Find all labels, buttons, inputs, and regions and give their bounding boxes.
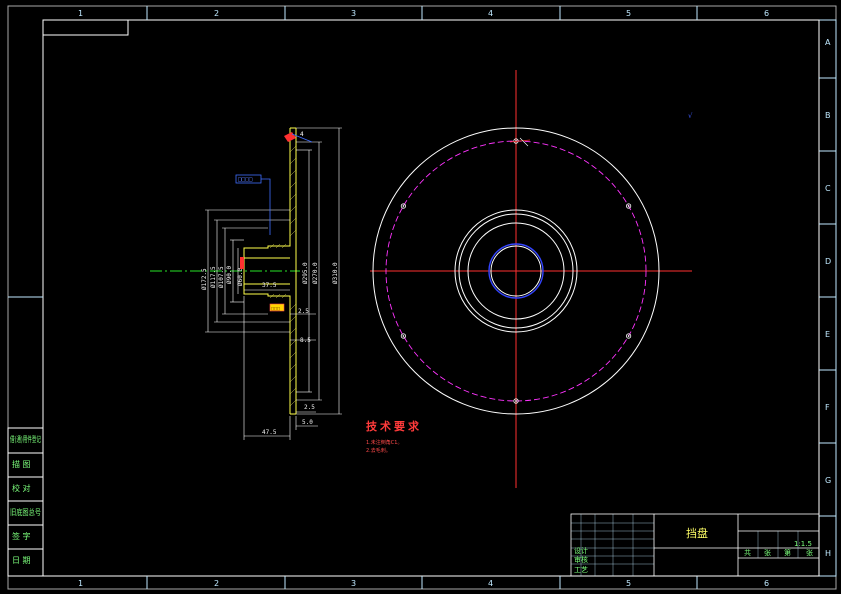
dim-length-label: 47.5 <box>262 429 277 436</box>
red-mark <box>240 257 244 269</box>
dim-length-label: 2.5 <box>304 404 315 411</box>
bottom-zone-labels: 1 2 3 4 5 6 <box>78 579 769 588</box>
title-block: 挡盘 1:1.5 设计 审核 工艺 共 张 第 张 <box>570 513 820 577</box>
side-stamp-table: 借(通)用件登记 描 图 校 对 旧底图总号 签 字 日 期 <box>7 427 44 577</box>
dim-length-label: 8.5 <box>300 337 311 344</box>
dim-diameter-label: Ø60.0 <box>237 268 244 286</box>
zone-label: C <box>825 184 831 193</box>
zone-label: G <box>825 476 831 485</box>
zone-label: 4 <box>488 9 493 18</box>
dim-diameter-label: Ø172.5 <box>201 268 208 290</box>
top-detail-marks: 4 <box>284 131 313 143</box>
outer-frame <box>7 5 837 590</box>
zone-label: 2 <box>214 579 219 588</box>
zone-label: H <box>825 549 831 558</box>
dim-length-label: 2.5 <box>298 308 309 315</box>
top-hole-marker <box>509 137 531 147</box>
part-name: 挡盘 <box>686 526 708 540</box>
zone-label: 2 <box>214 9 219 18</box>
zone-dividers <box>8 6 836 589</box>
zone-strip-frame <box>42 19 837 577</box>
title-block-label: 工艺 <box>574 566 588 574</box>
zone-label: A <box>825 38 831 47</box>
front-view-note: √ <box>688 112 693 120</box>
zone-label: D <box>825 257 831 266</box>
dim-diameter-label: Ø107.5 <box>218 266 225 288</box>
bolt-hole-center <box>627 205 630 207</box>
drawing-frame <box>7 5 837 590</box>
bolt-hole-center <box>402 205 405 207</box>
zone-label: 5 <box>626 9 631 18</box>
requirement-line: 2.去毛刺。 <box>366 447 391 454</box>
scale-value: 1:1.5 <box>794 540 812 548</box>
right-zone-labels: A B C D E F G H <box>825 38 831 558</box>
zone-label: 3 <box>351 9 356 18</box>
side-row-label: 校 对 <box>12 483 31 493</box>
cad-drawing-canvas: 1 2 3 4 5 6 1 2 3 4 5 6 A B C D E F G H … <box>7 5 837 590</box>
zone-label: 6 <box>764 579 769 588</box>
title-block-label: 张 <box>764 548 771 557</box>
top-zone-labels: 1 2 3 4 5 6 <box>78 9 769 18</box>
annotation-box-text: □□□ <box>271 306 280 312</box>
dim-diameter-label: Ø310.0 <box>332 262 339 284</box>
side-row-label: 签 字 <box>12 531 31 541</box>
dim-length-label: 37.5 <box>262 282 277 289</box>
dim-diameter-label: Ø90.0 <box>226 266 233 284</box>
dim-length-label: 5.0 <box>302 419 313 426</box>
dim-diameter-label: Ø117.5 <box>210 266 217 288</box>
bolt-hole-center <box>402 335 405 337</box>
zone-label: 6 <box>764 9 769 18</box>
title-block-label: 共 <box>744 548 751 557</box>
annotation-box-text: □□□□ <box>238 176 253 183</box>
zone-label: 1 <box>78 9 83 18</box>
top-mark-label: 4 <box>300 131 304 138</box>
title-block-label: 张 <box>806 548 813 557</box>
title-block-label: 第 <box>784 548 791 557</box>
zone-label: F <box>825 403 830 412</box>
corner-box <box>42 19 129 36</box>
dim-diameter-label: Ø270.0 <box>312 262 319 284</box>
leader-line <box>261 178 271 235</box>
side-row-label: 描 图 <box>12 459 31 469</box>
inner-frame <box>42 19 820 577</box>
technical-requirements: 技术要求 1.未注倒角C1。 2.去毛刺。 <box>366 419 422 454</box>
requirement-line: 1.未注倒角C1。 <box>366 439 402 446</box>
side-row-label: 借(通)用件登记 <box>10 434 41 444</box>
side-section-view: Ø172.5 Ø117.5 Ø107.5 Ø90.0 Ø60.0 Ø295.0 … <box>150 127 342 440</box>
zone-label: B <box>825 111 831 120</box>
title-block-label: 审核 <box>574 555 588 564</box>
bolt-hole-center <box>515 400 517 402</box>
title-block-label: 设计 <box>574 546 588 555</box>
zone-label: E <box>825 330 830 339</box>
zone-label: 3 <box>351 579 356 588</box>
bolt-hole-center <box>627 335 630 337</box>
side-row-label: 旧底图总号 <box>10 507 41 517</box>
surface-finish-symbol: √ <box>688 112 693 120</box>
section-hatch <box>269 133 297 407</box>
zone-label: 5 <box>626 579 631 588</box>
zone-label: 4 <box>488 579 493 588</box>
zone-label: 1 <box>78 579 83 588</box>
dim-diameter-label: Ø295.0 <box>302 262 309 284</box>
side-row-label: 日 期 <box>12 556 31 565</box>
requirements-title: 技术要求 <box>366 419 422 433</box>
